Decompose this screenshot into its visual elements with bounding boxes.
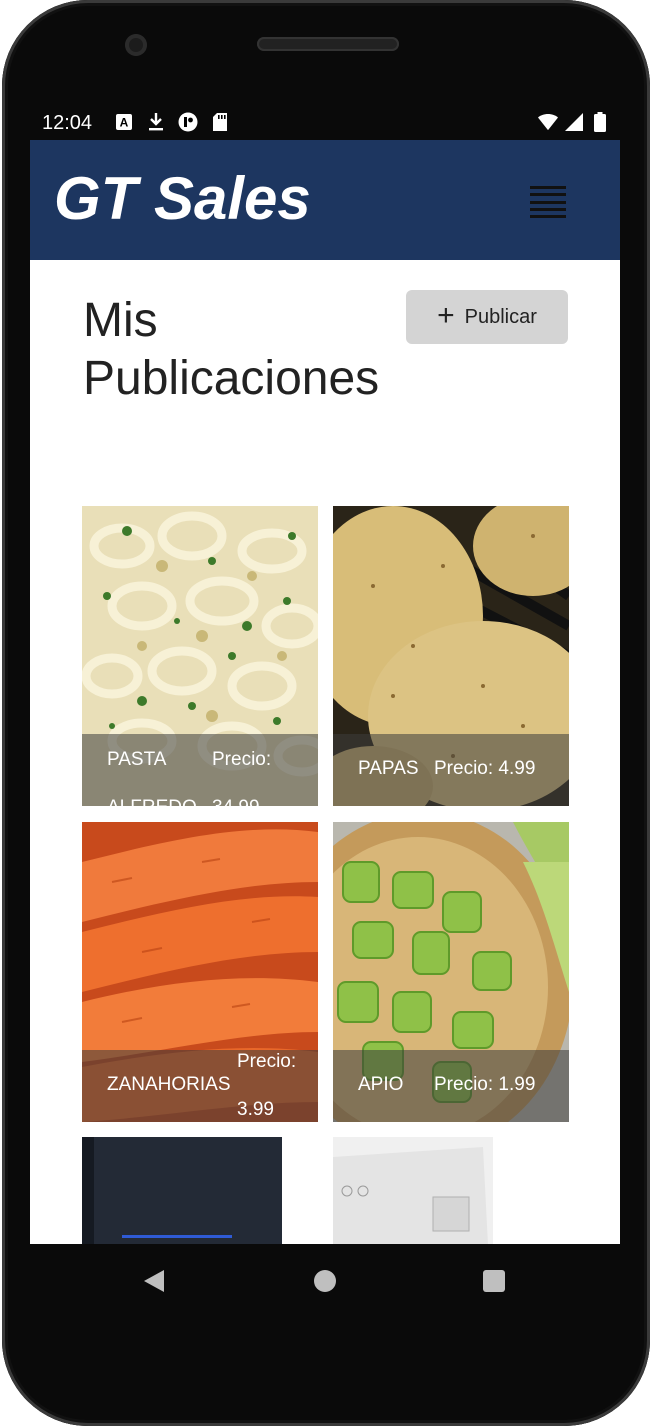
- svg-text:A: A: [120, 116, 129, 130]
- product-caption: PAPAS Precio: 4.99: [333, 734, 569, 806]
- product-card-pasta-alfredo[interactable]: PASTA ALFREDO Precio: 34.99: [82, 506, 318, 806]
- product-name: PASTA ALFREDO: [107, 749, 197, 806]
- page-title: Mis Publicaciones: [83, 292, 383, 408]
- plus-icon: +: [437, 299, 455, 332]
- recents-icon[interactable]: [483, 1270, 505, 1292]
- download-icon: [146, 112, 166, 132]
- earpiece-speaker: [257, 37, 399, 51]
- product-name: ZANAHORIAS: [107, 1074, 231, 1095]
- product-card-apio[interactable]: APIO Precio: 1.99: [333, 822, 569, 1122]
- page-title-line1: Mis: [83, 294, 158, 347]
- product-price: Precio: 34.99: [212, 749, 272, 806]
- product-price: Precio: 1.99: [434, 1074, 536, 1095]
- product-card-papas[interactable]: PAPAS Precio: 4.99: [333, 506, 569, 806]
- product-image-charger: [333, 1137, 569, 1244]
- hamburger-menu-icon[interactable]: [530, 186, 566, 218]
- battery-icon: [590, 112, 610, 132]
- product-card-partial-2[interactable]: [333, 1137, 569, 1244]
- app-screen: GT Sales Mis Publicaciones + Publicar PA…: [30, 140, 620, 1244]
- sd-card-icon: [210, 112, 230, 132]
- product-price: Precio: 4.99: [434, 758, 536, 779]
- system-nav-bar: [30, 1244, 620, 1316]
- product-image-console: [82, 1137, 318, 1244]
- wifi-icon: [538, 112, 558, 132]
- product-caption: ZANAHORIAS Precio: 3.99: [82, 1050, 318, 1122]
- front-camera: [125, 34, 147, 56]
- status-icons-left: A: [114, 112, 230, 132]
- product-caption: APIO Precio: 1.99: [333, 1050, 569, 1122]
- status-bar: 12:04 A: [30, 106, 620, 140]
- app-bar: GT Sales: [30, 140, 620, 260]
- product-price: Precio: 3.99: [237, 1051, 297, 1120]
- a-notification-icon: A: [114, 112, 134, 132]
- app-notification-icon: [178, 112, 198, 132]
- signal-icon: [564, 112, 584, 132]
- page-title-line2: Publicaciones: [83, 352, 380, 405]
- publish-button-label: Publicar: [464, 305, 537, 328]
- home-icon[interactable]: [314, 1270, 336, 1292]
- status-icons-right: [538, 112, 610, 132]
- product-name: PAPAS: [358, 758, 419, 779]
- product-card-partial-1[interactable]: [82, 1137, 318, 1244]
- app-title: GT Sales: [54, 165, 311, 232]
- back-icon[interactable]: [144, 1270, 164, 1292]
- product-name: APIO: [358, 1074, 404, 1095]
- product-caption: PASTA ALFREDO Precio: 34.99: [82, 734, 318, 806]
- product-card-zanahorias[interactable]: ZANAHORIAS Precio: 3.99: [82, 822, 318, 1122]
- publish-button[interactable]: + Publicar: [406, 290, 568, 344]
- status-time: 12:04: [42, 112, 93, 134]
